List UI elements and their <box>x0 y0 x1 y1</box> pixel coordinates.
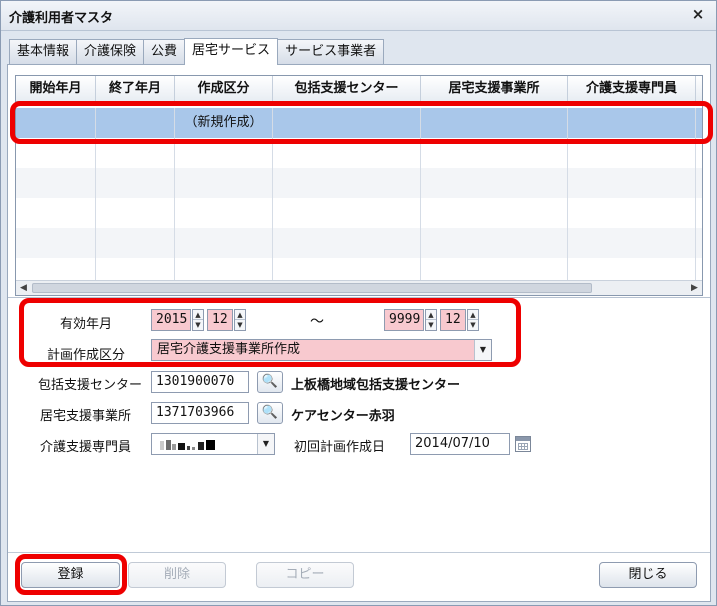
empty-row <box>16 198 702 228</box>
grid-header: 開始年月 終了年月 作成区分 包括支援センター 居宅支援事業所 介護支援専門員 <box>16 76 702 102</box>
copy-button[interactable]: コピー <box>256 562 354 588</box>
spin-down-icon[interactable]: ▼ <box>426 320 436 330</box>
table-row[interactable]: （新規作成） <box>16 108 702 138</box>
column-header-end-month[interactable]: 終了年月 <box>96 76 175 101</box>
calendar-icon[interactable] <box>515 436 531 452</box>
tab-public-expense[interactable]: 公費 <box>143 39 186 64</box>
support-office-label: 居宅支援事業所 <box>39 409 131 424</box>
search-icon: 🔍 <box>261 374 279 389</box>
title-bar: 介護利用者マスタ × <box>1 1 716 31</box>
spin-down-icon[interactable]: ▼ <box>468 320 478 330</box>
support-office-code-field[interactable]: 1371703966 <box>151 402 249 424</box>
horizontal-scrollbar[interactable]: ◀ ▶ <box>16 280 702 295</box>
redacted-name <box>160 440 215 450</box>
end-month-field[interactable]: 12 <box>440 309 466 331</box>
delete-button[interactable]: 削除 <box>128 562 226 588</box>
range-tilde: ～ <box>310 314 324 330</box>
tab-strip: 基本情報 介護保険 公費 居宅サービス サービス事業者 <box>9 38 385 65</box>
start-year-stepper[interactable]: ▲ ▼ <box>192 309 204 331</box>
column-header-support-center[interactable]: 包括支援センター <box>273 76 421 101</box>
history-grid: 開始年月 終了年月 作成区分 包括支援センター 居宅支援事業所 介護支援専門員 … <box>15 75 703 296</box>
care-manager-select[interactable]: ▼ <box>151 433 275 455</box>
end-year-field[interactable]: 9999 <box>384 309 424 331</box>
table-cell <box>16 108 96 138</box>
support-office-name: ケアセンター赤羽 <box>291 409 395 424</box>
column-header-support-office[interactable]: 居宅支援事業所 <box>421 76 568 101</box>
chevron-down-icon[interactable]: ▼ <box>257 434 274 454</box>
spin-up-icon[interactable]: ▲ <box>468 310 478 320</box>
end-year-stepper[interactable]: ▲ ▼ <box>425 309 437 331</box>
close-icon[interactable]: × <box>690 5 706 23</box>
close-button[interactable]: 閉じる <box>599 562 697 588</box>
support-center-label: 包括支援センター <box>37 378 142 393</box>
spin-down-icon[interactable]: ▼ <box>235 320 245 330</box>
support-center-search-button[interactable]: 🔍 <box>257 371 283 393</box>
column-header-start-month[interactable]: 開始年月 <box>16 76 96 101</box>
tab-service-provider[interactable]: サービス事業者 <box>277 39 385 64</box>
register-button[interactable]: 登録 <box>21 562 120 588</box>
table-cell: （新規作成） <box>175 108 273 138</box>
first-plan-date-label: 初回計画作成日 <box>294 440 386 455</box>
scroll-right-icon[interactable]: ▶ <box>687 281 702 295</box>
footer-divider <box>8 552 710 553</box>
empty-row <box>16 228 702 258</box>
table-cell <box>273 108 421 138</box>
table-cell <box>96 108 175 138</box>
scroll-thumb[interactable] <box>32 283 592 293</box>
section-divider <box>8 297 710 298</box>
support-center-name: 上板橋地域包括支援センター <box>291 378 461 393</box>
plan-type-value: 居宅介護支援事業所作成 <box>157 342 301 357</box>
plan-type-label: 計画作成区分 <box>46 348 125 363</box>
spin-up-icon[interactable]: ▲ <box>426 310 436 320</box>
scroll-left-icon[interactable]: ◀ <box>16 281 31 295</box>
tab-panel: 開始年月 終了年月 作成区分 包括支援センター 居宅支援事業所 介護支援専門員 … <box>7 64 711 602</box>
start-year-field[interactable]: 2015 <box>151 309 191 331</box>
search-icon: 🔍 <box>261 405 279 420</box>
start-month-stepper[interactable]: ▲ ▼ <box>234 309 246 331</box>
support-center-code-field[interactable]: 1301900070 <box>151 371 249 393</box>
start-month-field[interactable]: 12 <box>207 309 233 331</box>
empty-row <box>16 168 702 198</box>
tab-home-service[interactable]: 居宅サービス <box>184 38 279 65</box>
spin-up-icon[interactable]: ▲ <box>193 310 203 320</box>
empty-row <box>16 138 702 168</box>
chevron-down-icon[interactable]: ▼ <box>474 340 491 360</box>
first-plan-date-field[interactable]: 2014/07/10 <box>410 433 510 455</box>
plan-type-select[interactable]: 居宅介護支援事業所作成 ▼ <box>151 339 492 361</box>
spin-down-icon[interactable]: ▼ <box>193 320 203 330</box>
column-header-creation-type[interactable]: 作成区分 <box>175 76 273 101</box>
empty-row <box>16 258 702 282</box>
support-office-search-button[interactable]: 🔍 <box>257 402 283 424</box>
valid-period-label: 有効年月 <box>59 317 112 332</box>
window-title: 介護利用者マスタ <box>9 11 114 26</box>
window: 介護利用者マスタ × 基本情報 介護保険 公費 居宅サービス サービス事業者 開… <box>0 0 717 606</box>
tab-basic-info[interactable]: 基本情報 <box>9 39 78 64</box>
end-month-stepper[interactable]: ▲ ▼ <box>467 309 479 331</box>
care-manager-label: 介護支援専門員 <box>39 440 131 455</box>
column-header-care-manager[interactable]: 介護支援専門員 <box>568 76 696 101</box>
spin-up-icon[interactable]: ▲ <box>235 310 245 320</box>
table-cell <box>421 108 568 138</box>
tab-care-insurance[interactable]: 介護保険 <box>76 39 145 64</box>
table-cell <box>568 108 696 138</box>
